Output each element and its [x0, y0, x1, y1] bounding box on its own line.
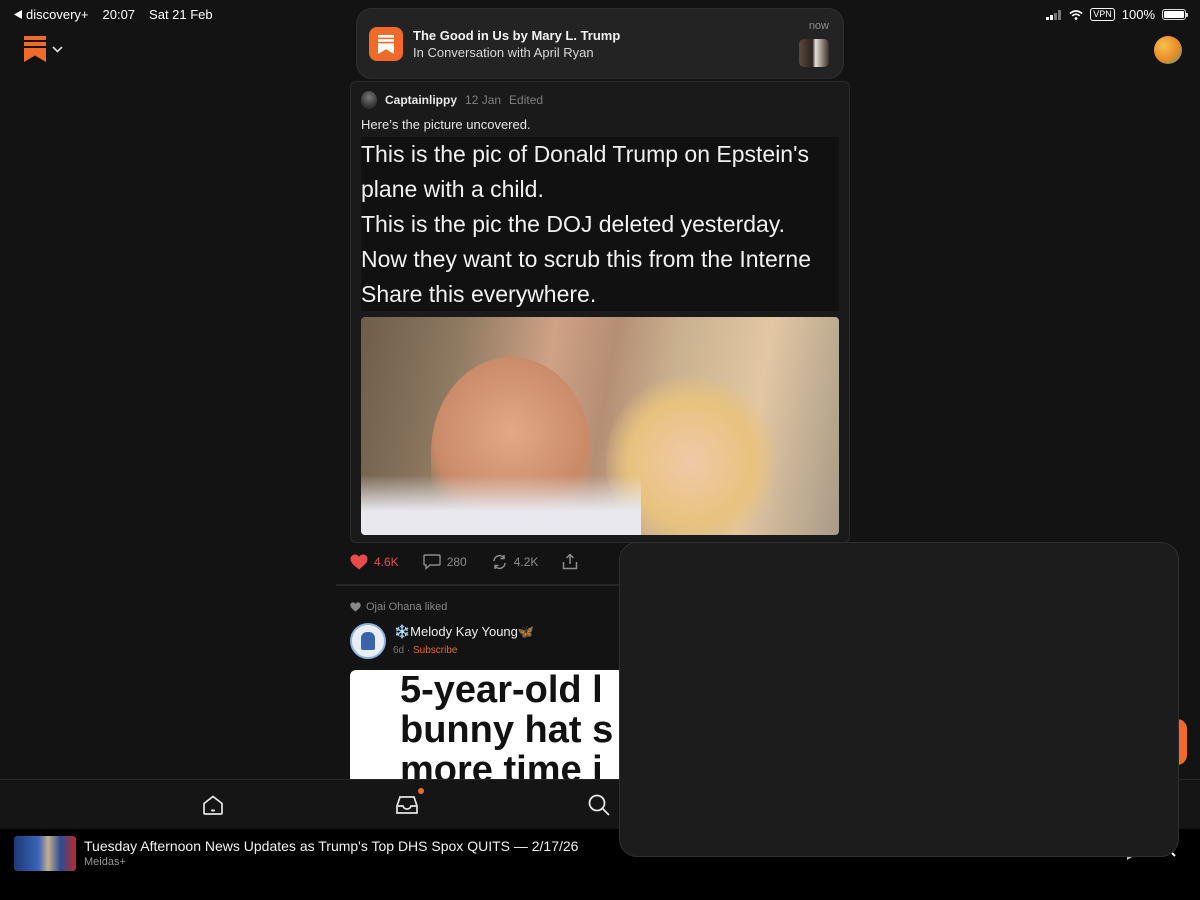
author-avatar[interactable] [361, 91, 377, 109]
back-to-app[interactable]: discovery+ [14, 7, 89, 22]
share-icon [563, 553, 578, 570]
liked-by-line: Ojai Ohana liked [350, 601, 447, 613]
chevron-down-icon [52, 45, 63, 53]
restack-count: 4.2K [513, 554, 539, 569]
battery-icon [1162, 9, 1188, 20]
signal-icon [1046, 9, 1062, 20]
subscribe-link[interactable]: Subscribe [413, 645, 457, 656]
note-header: Captainlippy 12 Jan Edited [361, 91, 543, 109]
now-playing-thumbnail [14, 836, 76, 871]
notification-subtitle: In Conversation with April Ryan [413, 45, 594, 60]
status-date: Sat 21 Feb [149, 7, 213, 22]
restack-button[interactable]: 4.2K [491, 554, 539, 570]
like-count: 4.6K [374, 554, 399, 569]
restack-icon [492, 554, 506, 569]
notification-title: The Good in Us by Mary L. Trump [413, 28, 621, 43]
share-button[interactable] [562, 553, 578, 570]
headline-line: more time i [400, 749, 603, 780]
note-text: Here’s the picture uncovered. [361, 117, 531, 132]
heart-icon [350, 554, 368, 569]
inbox-icon [396, 796, 418, 814]
publication-switcher[interactable] [24, 36, 63, 62]
video-overlay-panel[interactable] [619, 542, 1179, 857]
now-playing-title: Tuesday Afternoon News Updates as Trump'… [84, 838, 579, 854]
comment-icon [422, 553, 441, 570]
post2-author-name[interactable]: ❄️Melody Kay Young🦋 [394, 624, 534, 640]
note-card[interactable]: Captainlippy 12 Jan Edited Here’s the pi… [350, 81, 850, 543]
comment-button[interactable]: 280 [422, 553, 467, 570]
heart-small-icon [350, 602, 361, 612]
inbox-unread-dot [418, 788, 424, 794]
author-name[interactable]: Captainlippy [385, 93, 457, 107]
edited-label: Edited [509, 93, 544, 107]
vpn-badge: VPN [1090, 8, 1115, 21]
post2-age: 6d [393, 645, 405, 656]
comment-count: 280 [446, 554, 467, 569]
screenshot-text-image[interactable]: This is the pic of Donald Trump on Epste… [361, 137, 839, 311]
tab-home[interactable] [200, 792, 226, 818]
notification-thumbnail [799, 39, 829, 67]
post2-author-avatar[interactable] [350, 623, 386, 659]
quote-line: This is the pic the DOJ deleted yesterda… [361, 211, 785, 237]
search-icon [588, 794, 610, 816]
wifi-icon [1069, 9, 1083, 20]
note-actions: 4.6K 280 4.2K [350, 553, 578, 570]
now-playing-source: Meidas+ [84, 856, 126, 868]
notification-time: now [808, 20, 829, 32]
home-icon [203, 795, 223, 815]
quote-line: plane with a child. [361, 176, 544, 202]
quote-line: Share this everywhere. [361, 281, 597, 307]
back-arrow-icon [14, 10, 22, 19]
liked-by-text: Ojai Ohana liked [366, 601, 448, 613]
like-button[interactable]: 4.6K [350, 554, 399, 570]
quote-line: This is the pic of Donald Trump on Epste… [361, 141, 809, 167]
tab-inbox[interactable] [394, 788, 424, 818]
post2-meta: 6d · Subscribe [393, 645, 458, 656]
substack-bookmark-icon [24, 36, 46, 62]
profile-avatar[interactable] [1154, 36, 1182, 64]
substack-app-icon [369, 27, 403, 61]
photo-shirt [361, 475, 641, 535]
headline-line: bunny hat s [400, 709, 614, 751]
battery-percent: 100% [1121, 7, 1155, 22]
post2-headline-image[interactable]: 5-year-old l bunny hat s more time i [350, 670, 640, 780]
tab-search[interactable] [586, 792, 612, 818]
notification-banner[interactable]: The Good in Us by Mary L. Trump In Conve… [356, 8, 844, 79]
headline-line: 5-year-old l [400, 670, 603, 711]
back-app-label: discovery+ [26, 7, 89, 22]
note-date: 12 Jan [465, 93, 502, 107]
status-time: 20:07 [102, 7, 136, 22]
quote-line: Now they want to scrub this from the Int… [361, 246, 811, 272]
attached-photo[interactable] [361, 317, 839, 535]
